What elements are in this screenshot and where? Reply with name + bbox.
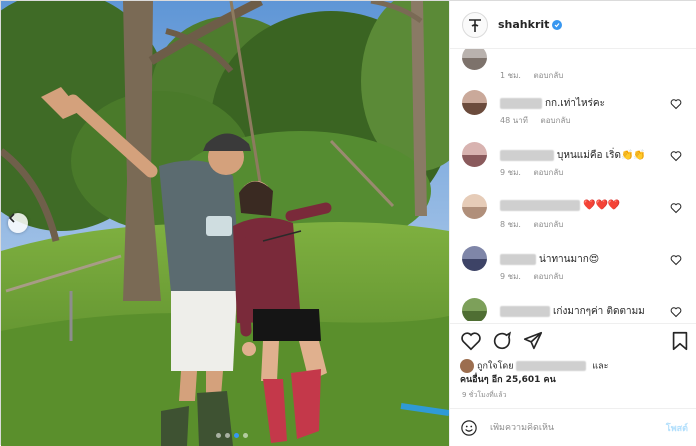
reply-link[interactable]: ตอบกลับ bbox=[533, 71, 563, 80]
post-comment-button[interactable]: โพสต์ bbox=[666, 421, 688, 435]
chevron-left-icon bbox=[8, 213, 15, 223]
carousel-dot bbox=[225, 433, 230, 438]
commenter-avatar[interactable] bbox=[462, 246, 487, 271]
comment-text: บุหนแม่คือ เริ่ด 👏👏 bbox=[500, 148, 646, 163]
comment-meta: 1 ชม. ตอบกลับ bbox=[500, 69, 563, 82]
add-comment-bar: โพสต์ bbox=[450, 408, 696, 446]
comment-item: กก.เท่าไหร่คะ 48 นาที ตอบกลับ bbox=[450, 90, 696, 142]
comment-time: 8 ชม. bbox=[500, 220, 521, 229]
share-paper-plane-icon[interactable] bbox=[522, 330, 544, 352]
likes-summary: ถูกใจโดย และ คนอื่นๆ อีก 25,601 คน bbox=[460, 359, 690, 387]
like-comment-heart-icon[interactable] bbox=[670, 150, 682, 162]
comment-text: น่าทานมาก 😍 bbox=[500, 252, 599, 267]
comment-time: 9 ชม. bbox=[500, 168, 521, 177]
comment-text: กก.เท่าไหร่คะ bbox=[500, 96, 605, 111]
add-comment-input[interactable] bbox=[490, 422, 640, 433]
carousel-dot-active bbox=[234, 433, 239, 438]
comment-list[interactable]: 1 ชม. ตอบกลับ กก.เท่าไหร่คะ 48 นาที ตอบก… bbox=[450, 49, 696, 321]
blurred-username bbox=[500, 98, 542, 109]
blurred-username bbox=[500, 150, 554, 161]
comment-body: เก่งมากๆค่า ติดตามม bbox=[553, 306, 645, 317]
post-action-bar bbox=[450, 323, 696, 357]
carousel-dot bbox=[243, 433, 248, 438]
blurred-username bbox=[500, 254, 536, 265]
blurred-username bbox=[500, 306, 550, 317]
photo-illustration bbox=[1, 1, 449, 446]
author-avatar[interactable] bbox=[462, 11, 488, 38]
comment-meta: 8 ชม. ตอบกลับ bbox=[500, 218, 563, 231]
author-username[interactable]: shahkrit bbox=[498, 18, 549, 31]
like-comment-heart-icon[interactable] bbox=[670, 202, 682, 214]
previous-image-button[interactable] bbox=[8, 213, 28, 233]
like-heart-icon[interactable] bbox=[460, 330, 482, 352]
post-header: shahkrit bbox=[450, 1, 696, 49]
commenter-avatar[interactable] bbox=[462, 90, 487, 115]
blurred-liker-name bbox=[516, 361, 587, 371]
blurred-username bbox=[500, 200, 580, 211]
like-comment-heart-icon[interactable] bbox=[670, 98, 682, 110]
comment-time: 1 ชม. bbox=[500, 71, 521, 80]
likes-count-link[interactable]: คนอื่นๆ อีก 25,601 คน bbox=[460, 375, 556, 385]
comment-text: เก่งมากๆค่า ติดตามม bbox=[500, 304, 645, 319]
comment-meta: 9 ชม. ตอบกลับ bbox=[500, 166, 563, 179]
reply-link[interactable]: ตอบกลับ bbox=[533, 220, 563, 229]
verified-badge-icon bbox=[552, 19, 563, 30]
post-timestamp[interactable]: 9 ชั่วโมงที่แล้ว bbox=[462, 390, 507, 401]
comment-meta: 9 ชม. ตอบกลับ bbox=[500, 270, 563, 283]
liker-avatar[interactable] bbox=[460, 359, 474, 373]
reply-link[interactable]: ตอบกลับ bbox=[541, 116, 571, 125]
liked-by-label: ถูกใจโดย bbox=[477, 361, 514, 372]
comment-item: บุหนแม่คือ เริ่ด 👏👏 9 ชม. ตอบกลับ bbox=[450, 142, 696, 194]
comment-body: บุหนแม่คือ เริ่ด bbox=[557, 150, 621, 161]
comment-text: ❤️❤️❤️ bbox=[500, 200, 620, 211]
comment-meta: 48 นาที ตอบกลับ bbox=[500, 114, 570, 127]
comment-item: เก่งมากๆค่า ติดตามม bbox=[450, 298, 696, 321]
commenter-avatar[interactable] bbox=[462, 142, 487, 167]
hearts-emoji: ❤️❤️❤️ bbox=[583, 200, 621, 211]
like-comment-heart-icon[interactable] bbox=[670, 254, 682, 266]
comment-bubble-icon[interactable] bbox=[491, 330, 513, 352]
commenter-avatar[interactable] bbox=[462, 194, 487, 219]
post-side-panel: shahkrit 1 ชม. ตอบกลับ กก.เท่าไหร่คะ 48 … bbox=[449, 1, 696, 446]
carousel-indicator bbox=[216, 433, 248, 438]
likes-and-label: และ bbox=[592, 361, 609, 372]
comment-body: น่าทานมาก bbox=[539, 254, 589, 265]
comment-body: กก.เท่าไหร่คะ bbox=[545, 98, 605, 109]
comment-item: น่าทานมาก 😍 9 ชม. ตอบกลับ bbox=[450, 246, 696, 298]
instagram-post-modal: shahkrit 1 ชม. ตอบกลับ กก.เท่าไหร่คะ 48 … bbox=[0, 0, 696, 446]
commenter-avatar[interactable] bbox=[462, 49, 487, 70]
reply-link[interactable]: ตอบกลับ bbox=[533, 272, 563, 281]
heart-eyes-emoji: 😍 bbox=[588, 254, 600, 265]
author-logo-icon bbox=[469, 18, 481, 32]
comment-time: 9 ชม. bbox=[500, 272, 521, 281]
comment-time: 48 นาที bbox=[500, 116, 528, 125]
save-bookmark-icon[interactable] bbox=[669, 330, 691, 352]
clap-emoji: 👏👏 bbox=[620, 150, 646, 161]
like-comment-heart-icon[interactable] bbox=[670, 306, 682, 318]
post-photo[interactable] bbox=[1, 1, 449, 446]
comment-item: ❤️❤️❤️ 8 ชม. ตอบกลับ bbox=[450, 194, 696, 246]
carousel-dot bbox=[216, 433, 221, 438]
commenter-avatar[interactable] bbox=[462, 298, 487, 321]
emoji-smiley-icon[interactable] bbox=[460, 419, 478, 437]
reply-link[interactable]: ตอบกลับ bbox=[533, 168, 563, 177]
